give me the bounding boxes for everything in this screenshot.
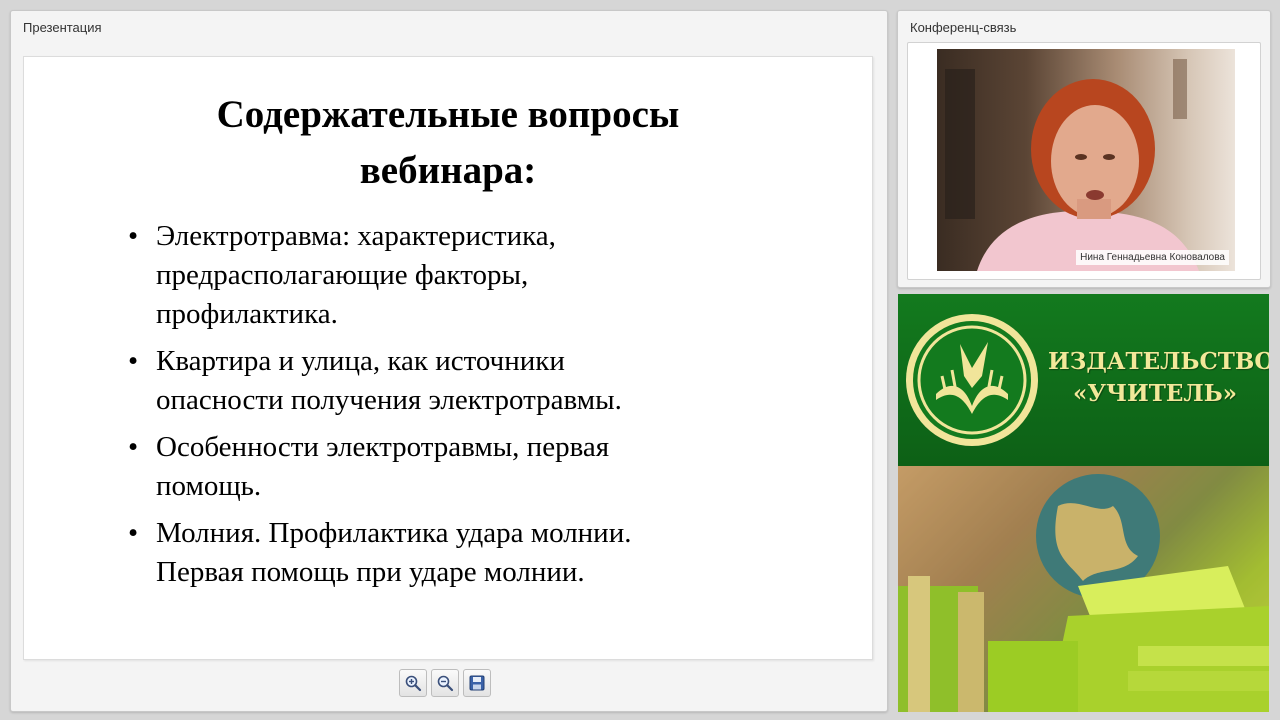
slide-bullet: • Молния. Профилактика удара молнии. Пер… [128, 514, 828, 592]
slide-title: Содержательные вопросы вебинара: [24, 87, 872, 199]
slide-bullet-list: • Электротравма: характеристика, предрас… [128, 217, 828, 600]
save-button[interactable] [463, 669, 491, 697]
banner-illustration [898, 466, 1269, 712]
globe-and-books-illustration [898, 466, 1269, 712]
presentation-toolbar [399, 669, 491, 701]
slide-bullet: • Электротравма: характеристика, предрас… [128, 217, 828, 334]
slide-title-line: Содержательные вопросы [216, 93, 680, 136]
zoom-in-icon [405, 675, 422, 692]
presentation-panel-title: Презентация [23, 20, 102, 35]
bullet-dot: • [128, 517, 139, 549]
presentation-panel: Презентация Содержательные вопросы вебин… [10, 10, 888, 712]
slide: Содержательные вопросы вебинара: • Элект… [23, 56, 873, 660]
publisher-name: ИЗДАТЕЛЬСТВО «УЧИТЕЛЬ» [1048, 346, 1269, 410]
conference-panel-title: Конференц-связь [910, 20, 1017, 35]
zoom-out-icon [437, 675, 454, 692]
bullet-line: Электротравма: характеристика, [156, 220, 556, 252]
bullet-dot: • [128, 345, 139, 377]
publisher-name-line: ИЗДАТЕЛЬСТВО [1048, 348, 1269, 375]
slide-title-line: вебинара: [359, 149, 537, 192]
bullet-line: Квартира и улица, как источники [156, 345, 565, 377]
participant-silhouette [945, 59, 1199, 271]
bullet-line: Особенности электротравмы, первая [156, 431, 610, 463]
banner-top: ИЗДАТЕЛЬСТВО «УЧИТЕЛЬ» [898, 294, 1269, 466]
bullet-line: опасности получения электротравмы. [156, 384, 622, 416]
zoom-in-button[interactable] [399, 669, 427, 697]
conference-panel: Конференц-связь Нина Геннадьевна Коновал… [897, 10, 1271, 288]
bullet-line: предрасполагающие факторы, [156, 259, 529, 291]
video-frame: Нина Геннадьевна Коновалова [907, 42, 1261, 280]
participant-name-tag: Нина Геннадьевна Коновалова [1076, 250, 1229, 265]
bullet-dot: • [128, 220, 139, 252]
save-icon [469, 675, 485, 691]
slide-bullet: • Квартира и улица, как источники опасно… [128, 342, 828, 420]
bullet-line: Первая помощь при ударе молнии. [156, 556, 585, 588]
publisher-banner[interactable]: ИЗДАТЕЛЬСТВО «УЧИТЕЛЬ» [898, 294, 1269, 712]
publisher-name-line: «УЧИТЕЛЬ» [1072, 380, 1238, 407]
zoom-out-button[interactable] [431, 669, 459, 697]
bullet-line: профилактика. [156, 298, 338, 330]
participant-video[interactable]: Нина Геннадьевна Коновалова [937, 49, 1235, 271]
bullet-line: Молния. Профилактика удара молнии. [156, 517, 632, 549]
slide-bullet: • Особенности электротравмы, первая помо… [128, 428, 828, 506]
bullet-line: помощь. [156, 470, 262, 502]
bullet-dot: • [128, 431, 139, 463]
publisher-logo-icon [906, 314, 1038, 446]
